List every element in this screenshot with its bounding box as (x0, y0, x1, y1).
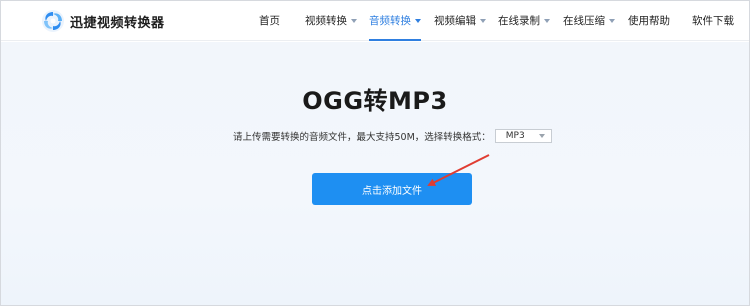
nav-video-convert-label: 视频转换 (305, 15, 347, 27)
add-file-button[interactable]: 点击添加文件 (312, 173, 472, 205)
nav-help[interactable]: 使用帮助 (628, 13, 670, 28)
nav-help-label: 使用帮助 (628, 15, 670, 27)
format-select-value: MP3 (505, 131, 525, 141)
nav-video-convert[interactable]: 视频转换 (305, 13, 357, 28)
nav-audio-convert[interactable]: 音频转换 (369, 13, 421, 28)
chevron-down-icon (544, 18, 550, 23)
active-tab-indicator (369, 39, 421, 41)
nav-audio-convert-label: 音频转换 (369, 15, 411, 27)
page-title: OGG转MP3 (302, 87, 448, 115)
nav-download[interactable]: 软件下载 (692, 13, 734, 28)
chevron-down-icon (609, 18, 615, 23)
nav-home[interactable]: 首页 (259, 13, 280, 28)
upload-instructions: 请上传需要转换的音频文件，最大支持50M，选择转换格式： MP3 (233, 128, 552, 144)
nav-video-edit[interactable]: 视频编辑 (434, 13, 486, 28)
nav-online-record-label: 在线录制 (498, 15, 540, 27)
chevron-down-icon (538, 134, 545, 138)
nav-online-compress[interactable]: 在线压缩 (563, 13, 615, 28)
top-header: 迅捷视频转换器 首页 视频转换 音频转换 视频编辑 在线录制 在线压缩 使用帮助 (1, 1, 749, 41)
instruction-text: 请上传需要转换的音频文件，最大支持50M，选择转换格式： (233, 132, 491, 143)
main-nav: 首页 视频转换 音频转换 视频编辑 在线录制 在线压缩 使用帮助 软件下载 (1, 1, 749, 41)
nav-online-record[interactable]: 在线录制 (498, 13, 550, 28)
chevron-down-icon (480, 18, 486, 23)
nav-download-label: 软件下载 (692, 15, 734, 27)
nav-home-label: 首页 (259, 15, 280, 27)
chevron-down-icon (415, 18, 421, 23)
chevron-down-icon (351, 18, 357, 23)
nav-online-compress-label: 在线压缩 (563, 15, 605, 27)
converter-panel: OGG转MP3 请上传需要转换的音频文件，最大支持50M，选择转换格式： MP3… (1, 42, 749, 305)
format-select[interactable]: MP3 (494, 129, 552, 143)
nav-video-edit-label: 视频编辑 (434, 15, 476, 27)
